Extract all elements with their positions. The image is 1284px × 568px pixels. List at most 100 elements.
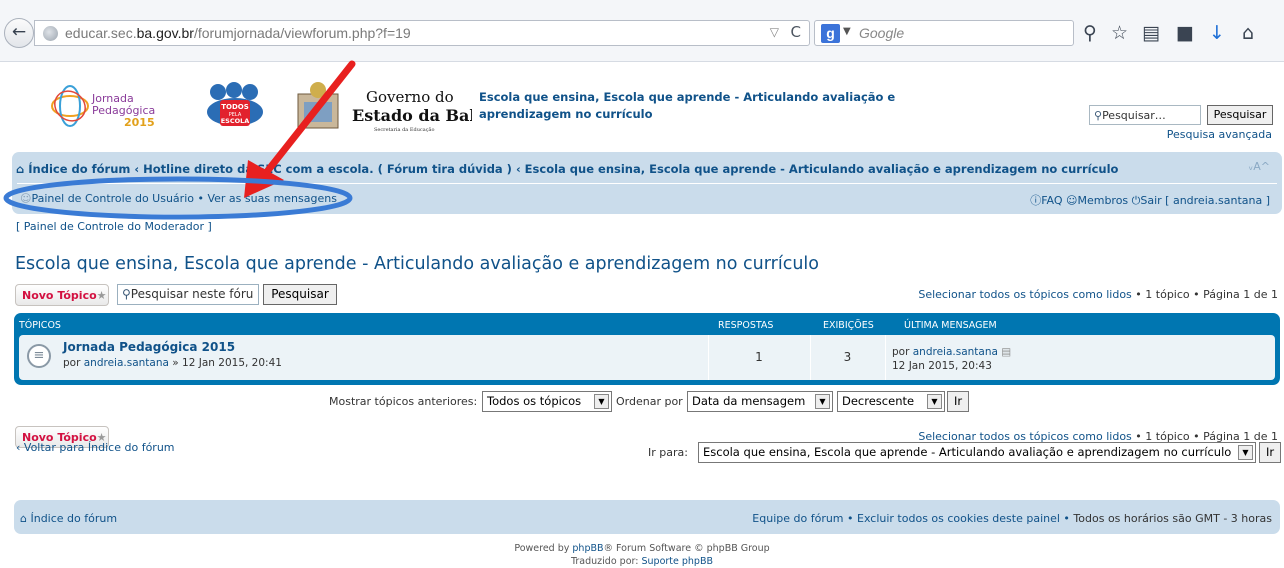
translator-link[interactable]: Suporte phpBB bbox=[641, 556, 713, 567]
governo-bahia-logo: Governo do Estado da Bahia Secretaria da… bbox=[297, 82, 472, 133]
mark-read-link[interactable]: Selecionar todos os tópicos como lidos bbox=[918, 288, 1131, 301]
magnifier-icon[interactable]: ⚲ bbox=[1083, 22, 1097, 44]
back-link-label[interactable]: Voltar para Índice do fórum bbox=[24, 441, 175, 454]
home-icon[interactable]: ⌂ bbox=[1242, 22, 1254, 44]
footer-index-label[interactable]: Índice do fórum bbox=[30, 512, 117, 525]
dropdown-arrow-icon: ▼ bbox=[594, 394, 609, 409]
sort-go-button[interactable]: Ir bbox=[947, 391, 969, 412]
navbar-divider bbox=[17, 183, 1277, 184]
todos-pela-escola-logo: TODOS PELA ESCOLA bbox=[207, 82, 263, 126]
site-title[interactable]: Escola que ensina, Escola que aprende - … bbox=[479, 89, 909, 123]
address-bar[interactable]: educar.sec.ba.gov.br/forumjornada/viewfo… bbox=[34, 20, 810, 46]
direction-select[interactable]: Decrescente ▼ bbox=[837, 391, 945, 412]
user-links: ☺Painel de Controle do Usuário • Ver as … bbox=[20, 192, 337, 205]
show-topics-label: Mostrar tópicos anteriores: bbox=[329, 395, 478, 408]
browser-toolbar: ← educar.sec.ba.gov.br/forumjornada/view… bbox=[0, 0, 1284, 62]
column-divider bbox=[885, 335, 886, 380]
powered-by-rest: ® Forum Software © phpBB Group bbox=[603, 543, 770, 554]
svg-text:2015: 2015 bbox=[124, 116, 155, 129]
members-icon: ☺ bbox=[1066, 194, 1078, 207]
url-domain: ba.gov.br bbox=[136, 25, 194, 41]
google-icon: g bbox=[821, 24, 840, 43]
team-link[interactable]: Equipe do fórum bbox=[752, 512, 843, 525]
forum-search-value: Pesquisar neste fóru bbox=[130, 287, 254, 301]
header-views: EXIBIÇÕES bbox=[823, 320, 874, 331]
header-search-input[interactable]: ⚲Pesquisar… bbox=[1089, 105, 1201, 125]
breadcrumb-text[interactable]: Índice do fórum ‹ Hotline direto da SEC … bbox=[28, 162, 1118, 176]
user-icon: ☺ bbox=[20, 192, 32, 205]
star-icon: ★ bbox=[96, 289, 107, 302]
browser-search-bar[interactable]: g ▼ Google bbox=[814, 20, 1074, 46]
reload-icon[interactable]: C bbox=[791, 23, 801, 41]
powered-by-label: Powered by bbox=[514, 543, 570, 554]
svg-text:TODOS: TODOS bbox=[221, 103, 249, 111]
last-author-link[interactable]: andreia.santana bbox=[913, 346, 998, 358]
url-text: educar.sec.ba.gov.br/forumjornada/viewfo… bbox=[65, 25, 411, 41]
dropdown-arrow-icon: ▼ bbox=[927, 394, 942, 409]
svg-text:ESCOLA: ESCOLA bbox=[221, 117, 250, 125]
topic-read-icon: ≡ bbox=[27, 344, 51, 368]
last-prefix: por bbox=[892, 346, 910, 358]
jump-to-select[interactable]: Escola que ensina, Escola que aprende - … bbox=[698, 442, 1256, 463]
footer-index-link[interactable]: ⌂ Índice do fórum bbox=[20, 512, 117, 525]
url-prefix: educar.sec. bbox=[65, 25, 137, 41]
svg-text:Governo do: Governo do bbox=[366, 88, 454, 106]
new-topic-label: Novo Tópico bbox=[22, 289, 97, 302]
delete-cookies-link[interactable]: Excluir todos os cookies deste painel bbox=[857, 512, 1060, 525]
translated-by-label: Traduzido por: bbox=[570, 556, 639, 567]
dropdown-arrow-icon: ▼ bbox=[1238, 445, 1253, 460]
header-search-button[interactable]: Pesquisar bbox=[1207, 105, 1273, 125]
footer-links: Equipe do fórum • Excluir todos os cooki… bbox=[752, 512, 1272, 525]
forum-search-input[interactable]: ⚲Pesquisar neste fóru bbox=[117, 284, 259, 305]
phpbb-link[interactable]: phpBB bbox=[572, 543, 603, 554]
back-arrow-icon[interactable]: ← bbox=[4, 18, 34, 48]
ucp-link[interactable]: Painel de Controle do Usuário bbox=[31, 192, 194, 205]
back-to-index-link[interactable]: ‹ Voltar para Índice do fórum bbox=[16, 441, 175, 454]
folder-icon[interactable]: ■ bbox=[1176, 22, 1194, 44]
messages-link[interactable]: Ver as suas mensagens bbox=[207, 192, 336, 205]
reply-count: 1 bbox=[755, 350, 763, 364]
show-topics-value: Todos os tópicos bbox=[487, 394, 582, 408]
translated-by: Traduzido por: Suporte phpBB bbox=[0, 556, 1284, 567]
advanced-search-link[interactable]: Pesquisa avançada bbox=[1167, 128, 1272, 141]
mcp-link[interactable]: [ Painel de Controle do Moderador ] bbox=[16, 220, 212, 233]
right-nav-links: ⓘFAQ ☺Membros ⏻Sair [ andreia.santana ] bbox=[1030, 192, 1270, 208]
star-icon[interactable]: ☆ bbox=[1111, 22, 1128, 44]
show-topics-select[interactable]: Todos os tópicos ▼ bbox=[482, 391, 612, 412]
direction-value: Decrescente bbox=[842, 394, 915, 408]
search-placeholder: Pesquisar… bbox=[1102, 109, 1166, 122]
new-topic-button[interactable]: Novo Tópico★ bbox=[15, 284, 109, 306]
view-latest-post-icon[interactable]: ▤ bbox=[1001, 346, 1011, 358]
breadcrumb[interactable]: ⌂ Índice do fórum ‹ Hotline direto da SE… bbox=[16, 162, 1118, 176]
order-by-label: Ordenar por bbox=[616, 395, 683, 408]
logout-link[interactable]: Sair [ andreia.santana ] bbox=[1140, 194, 1270, 207]
magnifier-icon: ⚲ bbox=[122, 287, 131, 301]
faq-icon: ⓘ bbox=[1030, 194, 1042, 207]
author-link[interactable]: andreia.santana bbox=[84, 357, 169, 369]
topic-date: » 12 Jan 2015, 20:41 bbox=[172, 357, 282, 369]
by-prefix: por bbox=[63, 357, 81, 369]
jump-go-button[interactable]: Ir bbox=[1259, 442, 1281, 463]
forum-search-button[interactable]: Pesquisar bbox=[263, 284, 337, 305]
powered-by: Powered by phpBB® Forum Software © phpBB… bbox=[0, 543, 1284, 554]
topic-title-link[interactable]: Jornada Pedagógica 2015 bbox=[63, 340, 235, 354]
jump-to-label: Ir para: bbox=[648, 446, 688, 459]
page-title[interactable]: Escola que ensina, Escola que aprende - … bbox=[15, 254, 819, 274]
home-icon: ⌂ bbox=[16, 162, 29, 176]
topic-count: 1 tópico bbox=[1145, 288, 1190, 301]
svg-text:Secretaria da Educação: Secretaria da Educação bbox=[374, 126, 435, 133]
view-count: 3 bbox=[843, 350, 852, 364]
bookmarks-list-icon[interactable]: ▤ bbox=[1142, 22, 1160, 44]
dropdown-arrow-icon: ▼ bbox=[815, 394, 830, 409]
dropdown-triangle-icon[interactable]: ▽ bbox=[770, 25, 779, 39]
order-by-select[interactable]: Data da mensagem ▼ bbox=[687, 391, 833, 412]
chevron-left-icon: ‹ bbox=[16, 441, 24, 454]
faq-link[interactable]: FAQ bbox=[1041, 194, 1062, 207]
magnifier-icon: ⚲ bbox=[1094, 109, 1103, 122]
download-icon[interactable]: ↓ bbox=[1209, 22, 1225, 44]
globe-icon bbox=[43, 26, 58, 41]
header-topics: TÓPICOS bbox=[19, 320, 61, 331]
font-size-control[interactable]: ᵥA^ bbox=[1249, 160, 1270, 173]
caret-down-icon[interactable]: ▼ bbox=[843, 26, 851, 37]
members-link[interactable]: Membros bbox=[1077, 194, 1128, 207]
